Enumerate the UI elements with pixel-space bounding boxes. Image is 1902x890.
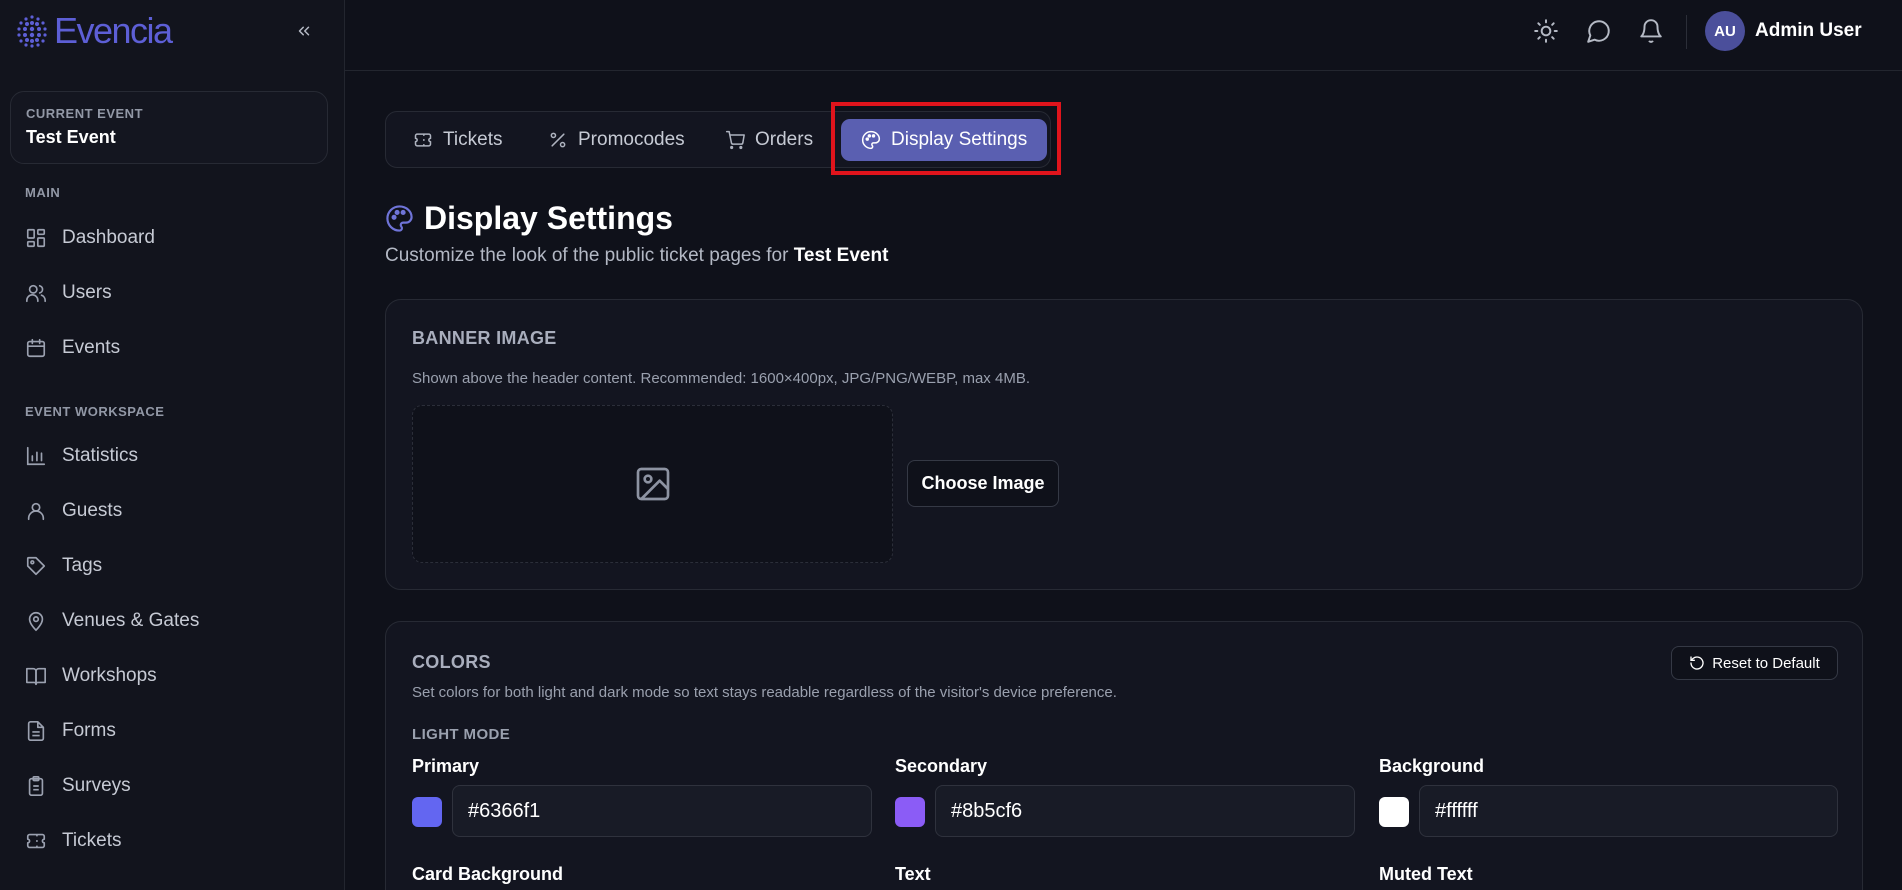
tab-tickets[interactable]: Tickets	[393, 119, 522, 161]
secondary-color-swatch[interactable]	[895, 797, 925, 827]
page-heading: Display Settings	[385, 200, 673, 237]
tab-bar: Tickets Promocodes Orders Display Settin…	[385, 111, 1051, 168]
sidebar-item-users[interactable]: Users	[25, 275, 112, 311]
sidebar-item-workshops[interactable]: Workshops	[25, 658, 157, 694]
users-icon	[26, 284, 46, 303]
banner-card-title: BANNER IMAGE	[412, 328, 557, 348]
primary-color-input[interactable]	[452, 785, 872, 837]
sidebar: Evencia CURRENT EVENT Test Event MAIN Da…	[0, 0, 345, 890]
user-icon	[27, 502, 45, 521]
chevrons-left-icon	[298, 26, 310, 36]
sidebar-item-guests[interactable]: Guests	[25, 493, 122, 529]
tab-promocodes[interactable]: Promocodes	[528, 119, 705, 161]
tab-label: Tickets	[443, 129, 503, 150]
logo[interactable]: Evencia	[14, 10, 173, 52]
subtitle-event-name: Test Event	[793, 245, 889, 266]
bell-icon[interactable]	[1638, 18, 1664, 44]
file-text-icon	[27, 721, 45, 741]
secondary-color-input[interactable]	[935, 785, 1355, 837]
primary-color-field: Primary	[412, 756, 872, 837]
background-color-field: Background	[1379, 756, 1839, 837]
sidebar-item-label: Statistics	[62, 445, 139, 466]
header-divider	[1686, 15, 1687, 49]
card-background-color-label: Card Background	[412, 864, 564, 884]
sidebar-item-surveys[interactable]: Surveys	[25, 768, 131, 804]
sidebar-item-label: Tickets	[62, 830, 122, 851]
sidebar-item-label: Surveys	[62, 775, 131, 796]
cart-icon	[725, 130, 745, 150]
sidebar-item-label: Users	[62, 282, 112, 303]
tab-label: Orders	[755, 129, 814, 150]
user-name[interactable]: Admin User	[1755, 20, 1862, 42]
secondary-color-label: Secondary	[895, 756, 988, 776]
message-icon[interactable]	[1586, 18, 1612, 44]
sidebar-item-dashboard[interactable]: Dashboard	[25, 220, 155, 256]
rotate-ccw-icon	[1690, 656, 1704, 670]
background-color-label: Background	[1379, 756, 1485, 776]
current-event-card[interactable]: CURRENT EVENT Test Event	[10, 91, 328, 164]
bar-chart-icon	[26, 446, 46, 466]
palette-icon	[862, 130, 881, 150]
collapse-sidebar-button[interactable]	[290, 18, 318, 44]
calendar-icon	[26, 338, 46, 358]
map-pin-icon	[28, 611, 44, 632]
main-section-label: MAIN	[25, 185, 61, 200]
sidebar-item-label: Guests	[62, 500, 123, 521]
colors-card-title: COLORS	[412, 652, 491, 672]
sidebar-item-venues-gates[interactable]: Venues & Gates	[25, 603, 199, 639]
light-mode-label: LIGHT MODE	[412, 726, 511, 743]
sidebar-item-label: Workshops	[62, 665, 157, 686]
banner-card-description: Shown above the header content. Recommen…	[412, 370, 1030, 387]
tag-icon	[26, 556, 46, 576]
tab-orders[interactable]: Orders	[705, 119, 833, 161]
sidebar-item-events[interactable]: Events	[25, 330, 120, 366]
tab-display-settings[interactable]: Display Settings	[841, 119, 1048, 161]
muted-text-color-label: Muted Text	[1379, 864, 1473, 884]
sidebar-item-forms[interactable]: Forms	[25, 713, 116, 749]
sidebar-item-label: Dashboard	[62, 227, 155, 248]
background-color-swatch[interactable]	[1379, 797, 1409, 827]
choose-image-button[interactable]: Choose Image	[907, 460, 1059, 507]
tab-label: Display Settings	[891, 129, 1028, 150]
colors-card-description: Set colors for both light and dark mode …	[412, 684, 1117, 701]
primary-color-swatch[interactable]	[412, 797, 442, 827]
ticket-icon	[26, 833, 46, 849]
primary-color-label: Primary	[412, 756, 480, 776]
tab-label: Promocodes	[578, 129, 685, 150]
current-event-label: CURRENT EVENT	[26, 106, 144, 121]
sidebar-item-tags[interactable]: Tags	[25, 548, 102, 584]
logo-text: Evencia	[54, 10, 173, 51]
banner-drop-zone[interactable]	[412, 405, 893, 563]
sidebar-item-label: Events	[62, 337, 121, 358]
logo-mark-icon	[17, 15, 47, 48]
top-bar	[345, 0, 1902, 71]
sidebar-item-tickets[interactable]: Tickets	[25, 823, 121, 859]
sidebar-item-label: Forms	[62, 720, 116, 741]
clipboard-icon	[28, 776, 44, 796]
palette-icon	[386, 205, 413, 232]
background-color-input[interactable]	[1419, 785, 1838, 837]
dashboard-icon	[26, 228, 46, 248]
current-event-name: Test Event	[26, 127, 116, 147]
sidebar-item-statistics[interactable]: Statistics	[25, 438, 138, 474]
subtitle-text: Customize the look of the public ticket …	[385, 245, 789, 266]
workspace-section-label: EVENT WORKSPACE	[25, 404, 165, 419]
image-icon	[636, 467, 669, 501]
sidebar-item-label: Tags	[62, 555, 103, 576]
reset-to-default-button[interactable]: Reset to Default	[1671, 646, 1838, 680]
page-title: Display Settings	[424, 200, 673, 236]
secondary-color-field: Secondary	[895, 756, 1355, 837]
page-subtitle: Customize the look of the public ticket …	[385, 245, 888, 267]
sun-icon[interactable]	[1533, 18, 1559, 44]
book-icon	[26, 667, 46, 686]
sidebar-item-label: Venues & Gates	[62, 610, 200, 631]
text-color-label: Text	[895, 864, 931, 884]
banner-image-card: BANNER IMAGE Shown above the header cont…	[385, 299, 1863, 590]
reset-label: Reset to Default	[1712, 654, 1820, 672]
percent-icon	[550, 132, 566, 148]
colors-card: COLORS Reset to Default Set colors for b…	[385, 621, 1863, 890]
avatar[interactable]: AU	[1705, 11, 1745, 51]
ticket-icon	[414, 133, 432, 147]
